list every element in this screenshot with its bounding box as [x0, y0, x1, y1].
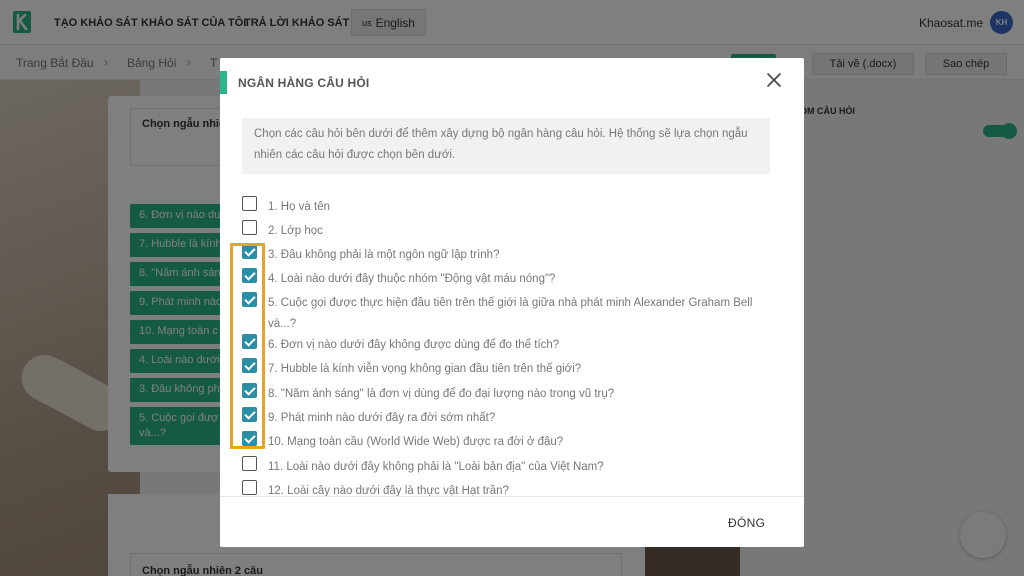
question-checkbox[interactable]: [242, 196, 257, 211]
question-checkbox[interactable]: [242, 480, 257, 495]
question-checkbox[interactable]: [242, 456, 257, 471]
title-accent-bar: [220, 71, 227, 94]
question-label: 8. "Năm ánh sáng" là đơn vị dùng để đo đ…: [268, 388, 615, 400]
selection-highlight-box: [230, 243, 265, 449]
modal-footer: ĐÓNG: [220, 496, 804, 547]
modal-title: NGÂN HÀNG CÂU HỎI: [238, 76, 370, 90]
modal-description: Chọn các câu hỏi bên dưới để thêm xây dự…: [242, 118, 770, 174]
question-label: 4. Loài nào dưới đây thuộc nhóm "Động vậ…: [268, 273, 556, 285]
close-icon[interactable]: [766, 72, 782, 88]
question-label: 9. Phát minh nào dưới đây ra đời sớm nhấ…: [268, 412, 496, 424]
question-label: 10. Mạng toàn cầu (World Wide Web) được …: [268, 436, 564, 448]
question-checkbox[interactable]: [242, 220, 257, 235]
question-label: 5. Cuộc gọi được thực hiện đầu tiên trên…: [268, 297, 753, 330]
question-label: 7. Hubble là kính viễn vọng không gian đ…: [268, 363, 582, 375]
question-label: 3. Đâu không phải là một ngôn ngữ lập tr…: [268, 249, 500, 261]
question-label: 11. Loài nào dưới đây không phải là "Loà…: [268, 461, 604, 473]
question-label: 2. Lớp học: [268, 225, 323, 237]
question-list: 1. Họ và tên 2. Lớp học 3. Đâu không phả…: [220, 196, 804, 500]
question-label: 1. Họ và tên: [268, 201, 331, 213]
question-label: 6. Đơn vị nào dưới đây không được dùng đ…: [268, 339, 560, 351]
question-bank-modal: NGÂN HÀNG CÂU HỎI Chọn các câu hỏi bên d…: [220, 58, 804, 547]
close-modal-button[interactable]: ĐÓNG: [728, 516, 765, 530]
